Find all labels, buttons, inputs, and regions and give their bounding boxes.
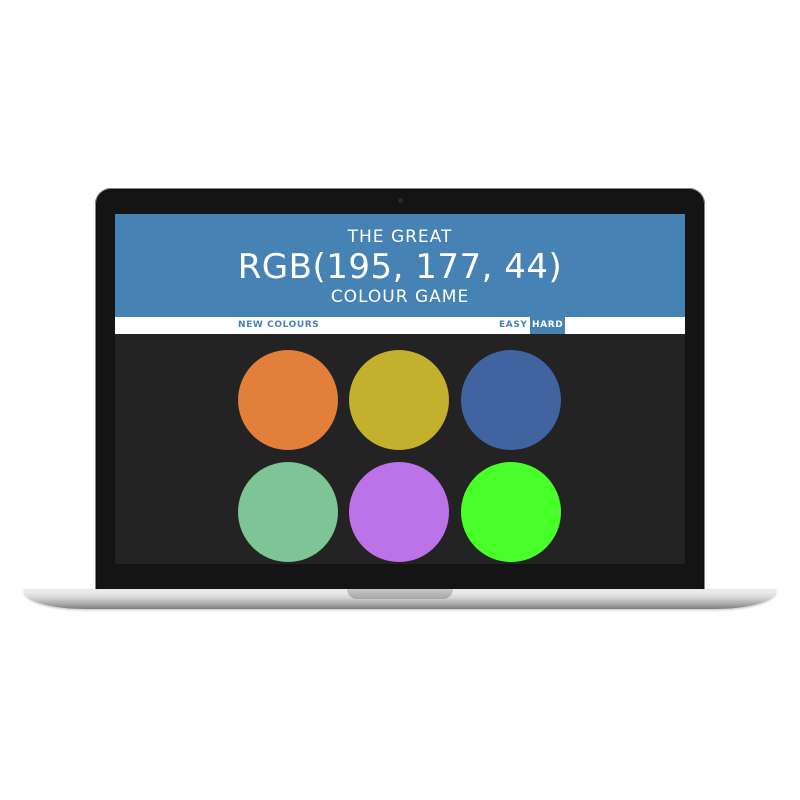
easy-mode-button[interactable]: EASY — [499, 317, 528, 334]
color-square[interactable] — [349, 350, 449, 450]
color-square[interactable] — [238, 462, 338, 562]
color-square[interactable] — [461, 350, 561, 450]
new-colours-button[interactable]: NEW COLOURS — [238, 317, 319, 334]
game-screen: THE GREAT RGB(195, 177, 44) COLOUR GAME … — [115, 214, 685, 564]
color-square[interactable] — [349, 462, 449, 562]
color-square[interactable] — [461, 462, 561, 562]
hard-mode-button[interactable]: HARD — [530, 317, 566, 334]
color-square[interactable] — [238, 350, 338, 450]
laptop-notch — [347, 589, 453, 599]
title-line-1: THE GREAT — [347, 227, 453, 247]
control-stripe: NEW COLOURS EASY HARD — [115, 317, 685, 334]
game-header: THE GREAT RGB(195, 177, 44) COLOUR GAME — [115, 214, 685, 317]
camera-icon — [398, 198, 403, 203]
title-line-3: COLOUR GAME — [330, 287, 470, 307]
rgb-target-display: RGB(195, 177, 44) — [237, 247, 563, 287]
